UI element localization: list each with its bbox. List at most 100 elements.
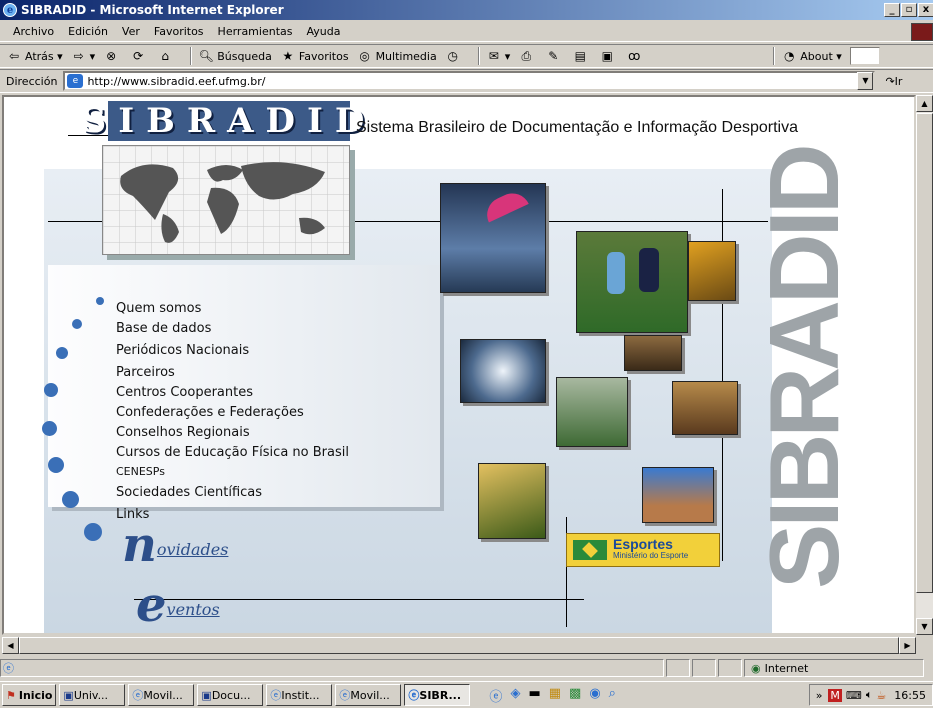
gmail-tray-icon[interactable]: M	[828, 688, 842, 702]
scroll-left-arrow[interactable]: ◀	[2, 637, 19, 654]
menu-bullet	[72, 319, 82, 329]
go-label: Ir	[894, 74, 903, 88]
task-movil-2[interactable]: ⓔ Movil...	[335, 684, 402, 706]
menu-link-quem-somos[interactable]: Quem somos	[116, 301, 201, 316]
forward-button[interactable]: ⇨ ▾	[71, 48, 96, 64]
maximize-button[interactable]: ▫	[901, 3, 917, 17]
edit-button[interactable]: ✎	[545, 48, 564, 64]
address-dropdown-button[interactable]: ▼	[857, 72, 874, 90]
menu-bullet	[84, 523, 102, 541]
menu-link-parceiros[interactable]: Parceiros	[116, 365, 175, 380]
messenger-button[interactable]: ▣	[599, 48, 618, 64]
novidades-link[interactable]: novidades	[122, 517, 228, 573]
scroll-up-arrow[interactable]: ▲	[916, 95, 933, 112]
window-title: SIBRADID - Microsoft Internet Explorer	[21, 3, 284, 17]
sibradid-logo[interactable]: SIBRADID	[82, 101, 364, 141]
menu-bullet	[42, 421, 57, 436]
task-label: Docu...	[211, 688, 251, 702]
zone-cell: ◉ Internet	[744, 659, 924, 677]
stop-button[interactable]: ⊗	[103, 48, 122, 64]
browser-window: e SIBRADID - Microsoft Internet Explorer…	[0, 0, 933, 708]
search-button[interactable]: 🔍︎ Búsqueda	[198, 48, 272, 64]
menu-bullet	[56, 347, 68, 359]
eventos-link[interactable]: eventos	[136, 577, 220, 633]
menu-link-cenesps[interactable]: CENESPs	[116, 465, 165, 478]
soccer-match-photo	[556, 377, 628, 447]
vertical-scroll-thumb[interactable]	[916, 113, 933, 593]
menu-herramientas[interactable]: Herramientas	[211, 25, 300, 38]
menu-favoritos[interactable]: Favoritos	[147, 25, 211, 38]
glasses-icon: ꝏ	[628, 49, 641, 63]
horizontal-scrollbar[interactable]: ◀ ▶	[2, 637, 916, 654]
minimize-button[interactable]: _	[884, 3, 900, 17]
mail-icon: ✉	[488, 49, 499, 63]
network-tray-icon[interactable]: ⌨	[846, 689, 862, 702]
address-input[interactable]: e http://www.sibradid.eef.ufmg.br/	[63, 71, 876, 91]
ministerio-esporte-banner[interactable]: Esportes Ministério do Esporte	[566, 533, 720, 567]
refresh-button[interactable]: ⟳	[130, 48, 149, 64]
toolbar-separator	[190, 47, 193, 65]
task-label: Instit...	[281, 688, 320, 702]
page-viewport: SIBRADID Sistema Brasileiro de Documenta…	[2, 95, 916, 635]
start-button[interactable]: ⚑ Inicio	[2, 684, 57, 706]
vertical-scrollbar[interactable]: ▲ ▼	[916, 95, 933, 635]
about-icon: ◔	[784, 49, 795, 63]
internet-globe-icon: ◉	[751, 661, 761, 675]
menu-ayuda[interactable]: Ayuda	[299, 25, 347, 38]
search-quicklaunch-icon[interactable]: ⌕	[609, 686, 616, 705]
ie-task-icon: ⓔ	[408, 689, 420, 702]
menu-link-sociedades[interactable]: Sociedades Científicas	[116, 485, 262, 500]
brazil-flag-icon	[573, 540, 607, 560]
task-instit[interactable]: ⓔ Instit...	[266, 684, 333, 706]
status-cell	[718, 659, 742, 677]
task-univ[interactable]: ▣ Univ...	[59, 684, 126, 706]
stop-icon: ⊗	[106, 49, 117, 63]
history-button[interactable]: ◷	[445, 48, 464, 64]
horizontal-scroll-thumb[interactable]	[19, 637, 899, 654]
media-quicklaunch-icon[interactable]: ◉	[589, 686, 600, 705]
discuss-button[interactable]: ▤	[572, 48, 591, 64]
multimedia-button[interactable]: ◎ Multimedia	[357, 48, 436, 64]
print-icon: ⎙	[521, 49, 532, 63]
about-field[interactable]	[849, 47, 880, 65]
volume-tray-icon[interactable]: 🔈︎	[866, 688, 873, 702]
menu-link-cursos[interactable]: Cursos de Educação Física no Brasil	[116, 445, 349, 460]
about-button[interactable]: ◔ About ▾	[781, 48, 842, 64]
scroll-down-arrow[interactable]: ▼	[916, 618, 933, 635]
chevron-icon[interactable]: »	[816, 689, 823, 702]
app-quicklaunch-icon[interactable]: ▩	[569, 686, 581, 705]
java-tray-icon[interactable]: ☕︎	[876, 689, 886, 702]
quick-launch: ⓔ ◈ ▬ ▦ ▩ ◉ ⌕	[489, 686, 616, 705]
menu-link-confederacoes[interactable]: Confederações e Federações	[116, 405, 304, 420]
menu-ver[interactable]: Ver	[115, 25, 147, 38]
chart-quicklaunch-icon[interactable]: ▦	[549, 686, 561, 705]
task-docu[interactable]: ▣ Docu...	[197, 684, 264, 706]
menu-link-centros-cooperantes[interactable]: Centros Cooperantes	[116, 385, 253, 400]
home-button[interactable]: ⌂	[157, 48, 176, 64]
address-bar: Dirección e http://www.sibradid.eef.ufmg…	[0, 69, 933, 93]
clock: 16:55	[894, 688, 926, 702]
eventos-text: ventos	[166, 600, 220, 619]
outlook-quicklaunch-icon[interactable]: ◈	[510, 686, 520, 705]
menu-archivo[interactable]: Archivo	[6, 25, 61, 38]
go-button[interactable]: ↷Ir	[885, 75, 902, 88]
scroll-right-arrow[interactable]: ▶	[899, 637, 916, 654]
back-button[interactable]: ⇦ Atrás ▾	[6, 48, 63, 64]
menu-link-periodicos[interactable]: Periódicos Nacionais	[116, 343, 249, 358]
menu-link-conselhos-regionais[interactable]: Conselhos Regionais	[116, 425, 250, 440]
task-sibradid[interactable]: ⓔ SIBR...	[404, 684, 471, 706]
messenger-icon: ▣	[601, 49, 613, 63]
zone-label: Internet	[764, 661, 809, 675]
mail-button[interactable]: ✉ ▾	[486, 48, 511, 64]
multimedia-icon: ◎	[359, 49, 370, 63]
menu-link-base-de-dados[interactable]: Base de dados	[116, 321, 211, 336]
print-button[interactable]: ⎙	[518, 48, 537, 64]
close-button[interactable]: x	[918, 3, 933, 17]
links-button[interactable]: ꝏ	[626, 48, 645, 64]
favorites-button[interactable]: ★ Favoritos	[280, 48, 349, 64]
ie-quicklaunch-icon[interactable]: ⓔ	[489, 686, 502, 705]
page-status-icon: ⓔ	[3, 662, 14, 675]
task-movil-1[interactable]: ⓔ Movil...	[128, 684, 195, 706]
desktop-quicklaunch-icon[interactable]: ▬	[528, 686, 540, 705]
menu-edicion[interactable]: Edición	[61, 25, 115, 38]
